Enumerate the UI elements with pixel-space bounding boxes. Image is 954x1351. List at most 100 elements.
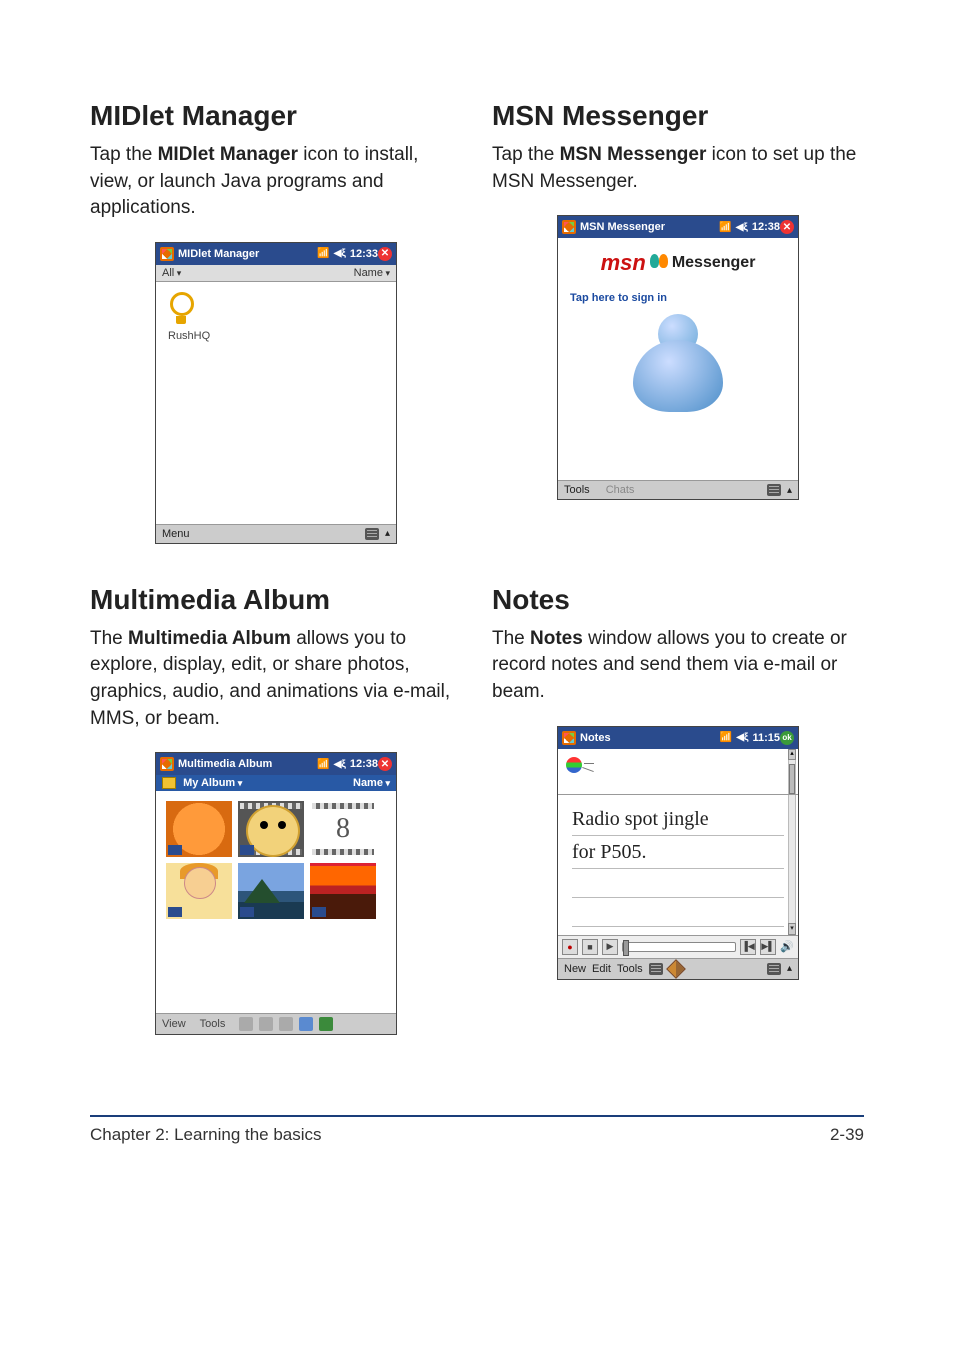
signal-icon: 📶 <box>317 248 329 259</box>
midlet-shot: MIDlet Manager 📶 ◀ξ 12:33 ✕ All Name <box>155 242 397 544</box>
status-area: 📶 ◀ξ 12:38 <box>317 758 378 770</box>
buddy-icon <box>623 308 733 418</box>
scroll-down-icon[interactable]: ▾ <box>788 923 796 935</box>
msn-logo: msn Messenger <box>564 250 792 276</box>
pen-icon[interactable] <box>666 959 686 979</box>
notes-line-2: for P505. <box>572 836 784 869</box>
album-tool-icon-2[interactable] <box>259 1017 273 1031</box>
page-footer: Chapter 2: Learning the basics 2-39 <box>90 1125 864 1145</box>
notes-menu-tools[interactable]: Tools <box>617 963 643 975</box>
notes-desc: The Notes window allows you to create or… <box>492 626 864 706</box>
msn-desc-bold: MSN Messenger <box>560 144 707 165</box>
msn-menu-tools[interactable]: Tools <box>564 484 590 496</box>
record-button[interactable]: ● <box>562 939 578 955</box>
album-sort-dropdown[interactable]: Name <box>353 777 390 789</box>
play-button[interactable]: ▶ <box>602 939 618 955</box>
notes-rule-4 <box>572 898 784 927</box>
midlet-sort-dropdown[interactable]: Name <box>354 267 390 279</box>
notes-titlebar: Notes 📶 ◀ξ 11:15 ok <box>558 727 798 749</box>
album-toolbar: My Album Name <box>156 775 396 791</box>
album-thumb-2[interactable] <box>238 801 304 857</box>
album-thumb-1[interactable] <box>166 801 232 857</box>
album-tool-icon-4[interactable] <box>299 1017 313 1031</box>
album-folder-dropdown[interactable]: My Album <box>162 777 242 789</box>
album-desc-pre: The <box>90 628 128 649</box>
album-content: 8 <box>156 791 396 1013</box>
scroll-up-icon[interactable]: ▴ <box>788 749 796 760</box>
footer-chapter: Chapter 2: Learning the basics <box>90 1125 322 1145</box>
footer-page: 2-39 <box>830 1125 864 1145</box>
notes-scrollbar[interactable]: ▴ <box>788 749 796 794</box>
sip-arrow-icon[interactable]: ▴ <box>787 485 792 496</box>
midlet-titlebar: MIDlet Manager 📶 ◀ξ 12:33 ✕ <box>156 243 396 265</box>
start-icon[interactable] <box>160 247 174 261</box>
notes-content[interactable]: ▴ Radio spot jingle for P505. ▾ <box>558 749 798 979</box>
album-clock: 12:38 <box>350 758 378 770</box>
footer-rule <box>90 1115 864 1117</box>
start-icon[interactable] <box>562 220 576 234</box>
album-menu-tools[interactable]: Tools <box>200 1018 226 1030</box>
speaker-icon[interactable]: 🔊 <box>780 940 794 954</box>
ok-button[interactable]: ok <box>780 731 794 745</box>
msn-clock: 12:38 <box>752 221 780 233</box>
camera-icon[interactable] <box>319 1017 333 1031</box>
close-icon[interactable]: ✕ <box>378 247 392 261</box>
notes-text-area[interactable]: Radio spot jingle for P505. ▾ <box>558 795 798 935</box>
page: MIDlet Manager Tap the MIDlet Manager ic… <box>0 0 954 1205</box>
scroll-track[interactable] <box>788 760 796 794</box>
midlet-menu[interactable]: Menu <box>162 528 190 540</box>
start-icon[interactable] <box>562 731 576 745</box>
signal-icon: 📶 <box>720 732 732 743</box>
next-button[interactable]: ▶▌ <box>760 939 776 955</box>
signal-icon: 📶 <box>317 759 329 770</box>
prev-button[interactable]: ▐◀ <box>740 939 756 955</box>
notes-menu-new[interactable]: New <box>564 963 586 975</box>
playback-slider[interactable] <box>622 942 736 952</box>
start-icon[interactable] <box>160 757 174 771</box>
notes-canvas-top: ▴ <box>558 749 798 795</box>
msn-signin-link[interactable]: Tap here to sign in <box>570 292 667 304</box>
sip-arrow-icon[interactable]: ▴ <box>385 528 390 539</box>
album-thumb-5[interactable] <box>238 863 304 919</box>
midlet-item-icon[interactable] <box>170 292 192 326</box>
album-tool-icon-1[interactable] <box>239 1017 253 1031</box>
scroll-thumb[interactable] <box>789 764 795 794</box>
album-thumb-4[interactable] <box>166 863 232 919</box>
msn-menu-chats: Chats <box>606 484 635 496</box>
midlet-shot-wrap: MIDlet Manager 📶 ◀ξ 12:33 ✕ All Name <box>90 242 462 544</box>
signal-icon: 📶 <box>719 222 731 233</box>
msn-title: MSN Messenger <box>580 221 719 233</box>
sip-icon[interactable] <box>767 963 781 975</box>
sip-arrow-icon[interactable]: ▴ <box>787 963 792 974</box>
sip-icon[interactable] <box>365 528 379 540</box>
close-icon[interactable]: ✕ <box>378 757 392 771</box>
status-area: 📶 ◀ξ 12:33 <box>317 248 378 260</box>
notes-desc-bold: Notes <box>530 628 583 649</box>
notes-menu-edit[interactable]: Edit <box>592 963 611 975</box>
msn-menubar: Tools Chats ▴ <box>558 480 798 499</box>
stop-button[interactable]: ■ <box>582 939 598 955</box>
album-menu-view[interactable]: View <box>162 1018 186 1030</box>
notes-title: Notes <box>580 732 720 744</box>
album-thumb-6[interactable] <box>310 863 376 919</box>
msn-desc: Tap the MSN Messenger icon to set up the… <box>492 142 864 195</box>
folder-icon <box>162 777 176 789</box>
notes-scrollbar-2[interactable]: ▾ <box>788 795 796 935</box>
midlet-desc: Tap the MIDlet Manager icon to install, … <box>90 142 462 222</box>
section-msn: MSN Messenger Tap the MSN Messenger icon… <box>492 100 864 584</box>
msn-shot: MSN Messenger 📶 ◀ξ 12:38 ✕ msn Messenger <box>557 215 799 500</box>
midlet-content: RushHQ <box>156 282 396 524</box>
album-tool-icon-3[interactable] <box>279 1017 293 1031</box>
msn-content: msn Messenger Tap here to sign in <box>558 238 798 480</box>
album-thumb-3[interactable]: 8 <box>310 801 376 857</box>
midlet-filter-dropdown[interactable]: All <box>162 267 181 279</box>
sip-icon[interactable] <box>767 484 781 496</box>
msn-heading: MSN Messenger <box>492 100 864 132</box>
album-thumb-3-text: 8 <box>336 813 350 845</box>
msn-logo-sub: Messenger <box>672 254 756 272</box>
album-thumbs: 8 <box>162 797 390 923</box>
sip-small-icon[interactable] <box>649 963 663 975</box>
scroll-track[interactable] <box>788 795 796 923</box>
status-area: 📶 ◀ξ 12:38 <box>719 221 780 233</box>
close-icon[interactable]: ✕ <box>780 220 794 234</box>
